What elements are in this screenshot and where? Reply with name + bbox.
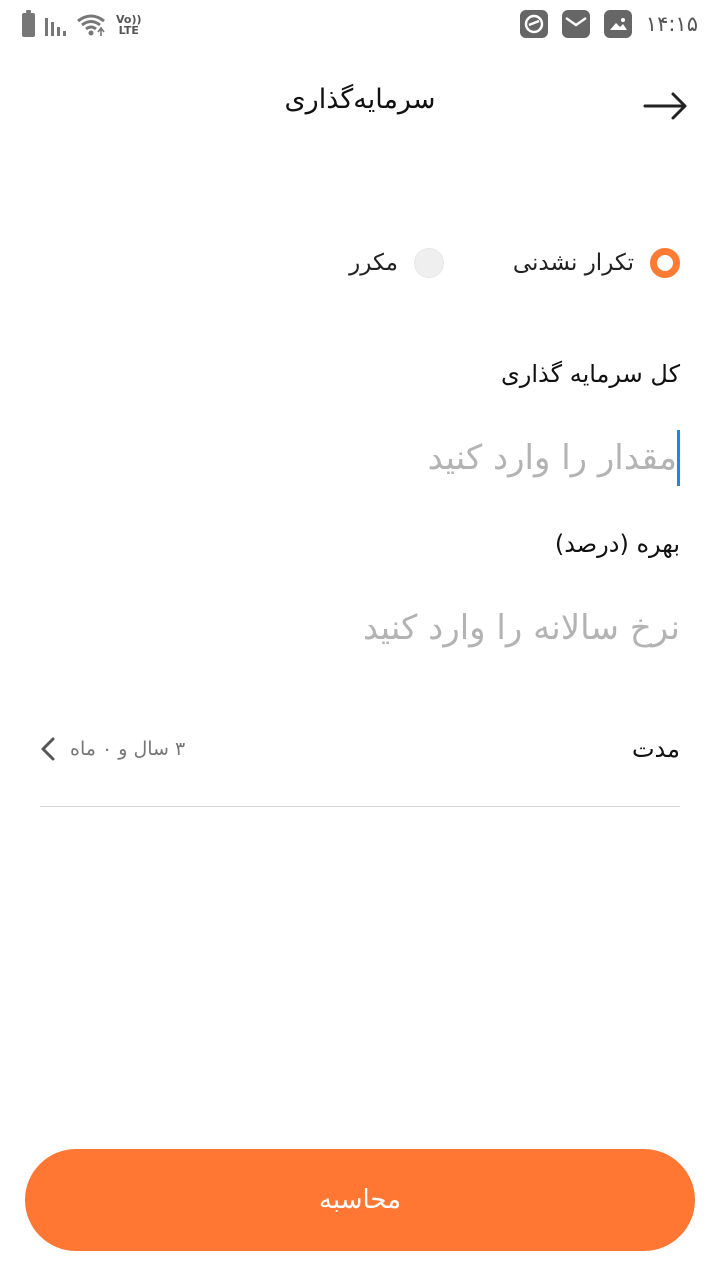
arrow-right-icon (643, 92, 687, 120)
duration-value: ۳ سال و ۰ ماه (70, 738, 186, 760)
duration-row[interactable]: ۳ سال و ۰ ماه مدت (40, 720, 680, 778)
mail-icon (561, 10, 590, 38)
total-investment-label: کل سرمایه گذاری (501, 360, 680, 388)
radio-recurring[interactable]: مکرر (349, 246, 444, 280)
status-time: ۱۴:۱۵ (645, 12, 698, 36)
radio-non-recurring[interactable]: تکرار نشدنی (513, 246, 680, 280)
chevron-left-icon (41, 737, 55, 761)
app-notification-icon (519, 10, 548, 38)
calculate-button[interactable]: محاسبه (25, 1149, 695, 1251)
interest-rate-label: بهره (درصد) (554, 530, 680, 558)
total-investment-input[interactable] (40, 430, 680, 486)
divider (40, 806, 680, 807)
page-title: سرمایه‌گذاری (284, 84, 436, 115)
duration-label: مدت (631, 735, 680, 763)
signal-icon (45, 14, 66, 36)
radio-recurring-label: مکرر (349, 250, 398, 276)
status-bar: Vo)) LTE ۱۴:۱۵ (0, 0, 720, 50)
volte-indicator: Vo)) LTE (116, 14, 142, 36)
battery-icon (22, 10, 35, 37)
back-button[interactable] (642, 86, 690, 126)
status-bar-right: ۱۴:۱۵ (519, 8, 698, 40)
image-icon (603, 10, 632, 38)
wifi-icon (77, 14, 105, 36)
radio-checked-icon[interactable] (650, 248, 680, 278)
duration-value-group[interactable]: ۳ سال و ۰ ماه (40, 736, 185, 762)
interest-rate-input[interactable] (40, 600, 680, 656)
lte-label: LTE (118, 24, 139, 37)
status-bar-left: Vo)) LTE (22, 10, 142, 40)
radio-non-recurring-label: تکرار نشدنی (512, 250, 634, 276)
radio-unchecked-icon[interactable] (414, 248, 444, 278)
